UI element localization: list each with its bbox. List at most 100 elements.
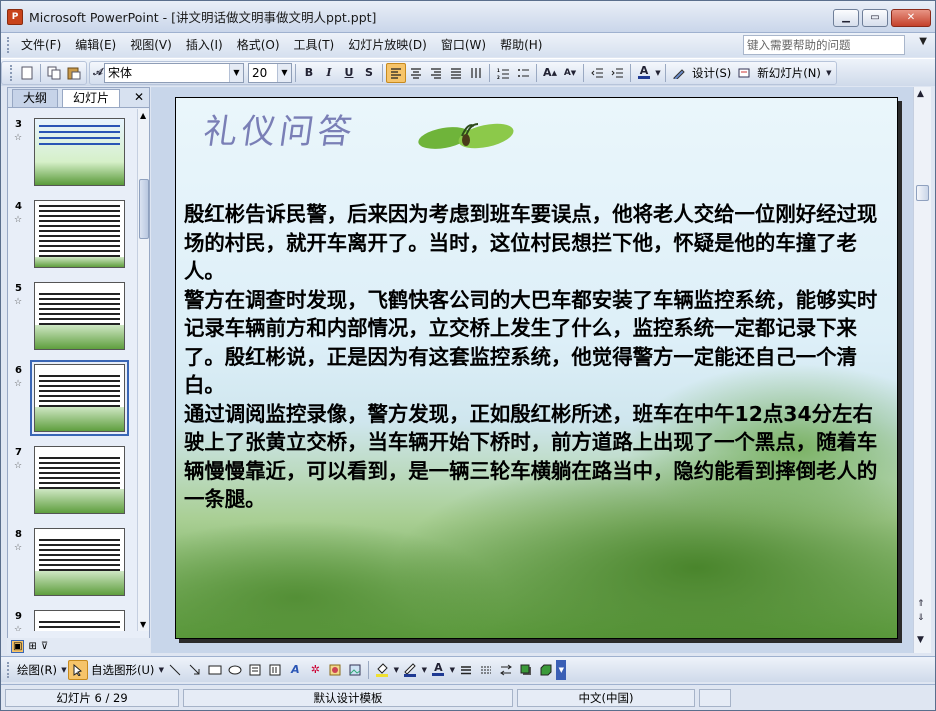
diagram-icon[interactable]: ✲ [305, 660, 325, 680]
align-center-icon[interactable] [406, 63, 426, 83]
editor-scrollbar[interactable]: ▲ ⇑ ⇓ ▼ [913, 87, 931, 653]
design-icon[interactable] [669, 63, 689, 83]
design-button[interactable]: 设计(S) [689, 65, 734, 81]
shadow-button[interactable]: S [359, 63, 379, 83]
oval-icon[interactable] [225, 660, 245, 680]
menu-insert[interactable]: 插入(I) [179, 34, 230, 56]
decrease-font-icon[interactable]: A ▼ [560, 63, 580, 83]
thumbnail-scrollbar[interactable]: ▲ ▼ [137, 109, 149, 631]
current-slide[interactable]: 礼仪问答 殷红彬告诉民警，后来因为考虑到班车要误点，他将老人交给一位刚好经过现场… [175, 97, 898, 639]
slide-thumbnail[interactable]: 7 ☆ [8, 441, 136, 521]
chevron-down-icon[interactable]: ▼ [229, 63, 243, 82]
arrow-icon[interactable] [185, 660, 205, 680]
previous-slide-icon[interactable]: ⇑ [917, 599, 925, 609]
font-size-select[interactable]: 20 ▼ [248, 62, 292, 83]
new-slide-icon[interactable] [734, 63, 754, 83]
menu-format[interactable]: 格式(O) [230, 34, 287, 56]
slide-title[interactable]: 礼仪问答 [201, 104, 360, 153]
increase-font-icon[interactable]: A ▲ [540, 63, 560, 83]
decrease-indent-icon[interactable] [587, 63, 607, 83]
new-slide-button[interactable]: 新幻灯片(N) [754, 65, 824, 81]
help-dropdown-icon[interactable]: ▼ [919, 36, 927, 47]
tab-outline[interactable]: 大纲 [12, 89, 59, 107]
copy-icon[interactable] [44, 63, 64, 83]
scroll-down-icon[interactable]: ▼ [140, 620, 146, 629]
maximize-button[interactable]: ▭ [862, 9, 888, 27]
fill-color-icon[interactable] [372, 660, 392, 680]
vertical-textbox-icon[interactable] [265, 660, 285, 680]
line-style-icon[interactable] [456, 660, 476, 680]
distribute-icon[interactable] [466, 63, 486, 83]
line-color-icon[interactable] [400, 660, 420, 680]
menu-window[interactable]: 窗口(W) [434, 34, 493, 56]
font-name-select[interactable]: 宋体 ▼ [104, 62, 244, 83]
dash-style-icon[interactable] [476, 660, 496, 680]
slideshow-icon[interactable]: ⊽ [41, 641, 48, 652]
slide-thumbnail[interactable]: 4 ☆ [8, 195, 136, 275]
toolbar-options-icon[interactable]: ▼ [824, 63, 834, 83]
line-icon[interactable] [165, 660, 185, 680]
underline-button[interactable]: U [339, 63, 359, 83]
justify-icon[interactable] [446, 63, 466, 83]
slide-thumbnail-selected[interactable]: 6 ☆ [8, 359, 136, 439]
normal-view-icon[interactable]: ▣ [11, 639, 25, 653]
title-bar[interactable]: P Microsoft PowerPoint - [讲文明话做文明事做文明人pp… [1, 1, 935, 33]
slide-thumbnail[interactable]: 3 ☆ [8, 113, 136, 193]
toolbar-grip[interactable] [10, 64, 13, 81]
chevron-down-icon[interactable]: ▼ [654, 63, 662, 83]
align-left-icon[interactable] [386, 62, 406, 83]
numbering-icon[interactable]: 12 [493, 63, 513, 83]
font-color-button[interactable]: A [634, 63, 654, 83]
scroll-thumb[interactable] [139, 179, 149, 239]
scroll-down-icon[interactable]: ▼ [917, 635, 924, 645]
next-slide-icon[interactable]: ⇓ [917, 613, 925, 623]
chevron-down-icon[interactable]: ▼ [157, 660, 165, 680]
picture-icon[interactable] [345, 660, 365, 680]
scroll-up-icon[interactable]: ▲ [140, 111, 146, 120]
chevron-down-icon[interactable]: ▼ [60, 660, 68, 680]
menu-help[interactable]: 帮助(H) [493, 34, 549, 56]
menu-tools[interactable]: 工具(T) [287, 34, 342, 56]
slide-body-text[interactable]: 殷红彬告诉民警，后来因为考虑到班车要误点，他将老人交给一位刚好经过现场的村民，就… [184, 200, 890, 514]
bullets-icon[interactable] [513, 63, 533, 83]
shadow-style-icon[interactable] [516, 660, 536, 680]
autoshape-menu-button[interactable]: 自选图形(U) [88, 662, 157, 678]
rectangle-icon[interactable] [205, 660, 225, 680]
slide-sorter-icon[interactable]: ⊞ [28, 641, 36, 652]
chevron-down-icon[interactable]: ▼ [420, 660, 428, 680]
italic-button[interactable]: I [319, 63, 339, 83]
minimize-button[interactable]: ▁ [833, 9, 859, 27]
wordart-icon[interactable]: A [285, 660, 305, 680]
arrow-style-icon[interactable] [496, 660, 516, 680]
clipart-icon[interactable] [325, 660, 345, 680]
menu-file[interactable]: 文件(F) [14, 34, 68, 56]
toolbar-options-icon[interactable]: ▼ [556, 659, 567, 680]
chevron-down-icon[interactable]: ▼ [277, 63, 291, 82]
scroll-thumb[interactable] [916, 185, 929, 201]
powerpoint-app-icon[interactable]: P [7, 8, 23, 25]
tab-slides[interactable]: 幻灯片 [62, 89, 121, 107]
bold-button[interactable]: B [299, 63, 319, 83]
increase-indent-icon[interactable] [607, 63, 627, 83]
textbox-icon[interactable] [245, 660, 265, 680]
menu-edit[interactable]: 编辑(E) [68, 34, 123, 56]
close-button[interactable]: ✕ [891, 9, 931, 27]
scroll-up-icon[interactable]: ▲ [917, 89, 924, 99]
3d-style-icon[interactable] [536, 660, 556, 680]
slide-thumbnail[interactable]: 9 ☆ [8, 605, 136, 631]
toolbar-grip[interactable] [7, 661, 10, 678]
paste-icon[interactable] [64, 63, 84, 83]
help-search-input[interactable]: 键入需要帮助的问题 [743, 35, 905, 55]
slide-thumbnail[interactable]: 8 ☆ [8, 523, 136, 603]
menu-view[interactable]: 视图(V) [123, 34, 179, 56]
draw-font-color-icon[interactable]: A [428, 660, 448, 680]
slide-thumbnail[interactable]: 5 ☆ [8, 277, 136, 357]
select-pointer-icon[interactable] [67, 659, 88, 680]
menu-slideshow[interactable]: 幻灯片放映(D) [341, 34, 434, 56]
chevron-down-icon[interactable]: ▼ [392, 660, 400, 680]
new-document-icon[interactable] [17, 63, 37, 83]
close-pane-icon[interactable]: ✕ [134, 90, 144, 104]
draw-menu-button[interactable]: 绘图(R) [14, 662, 60, 678]
toolbar-grip[interactable] [7, 37, 10, 53]
align-right-icon[interactable] [426, 63, 446, 83]
